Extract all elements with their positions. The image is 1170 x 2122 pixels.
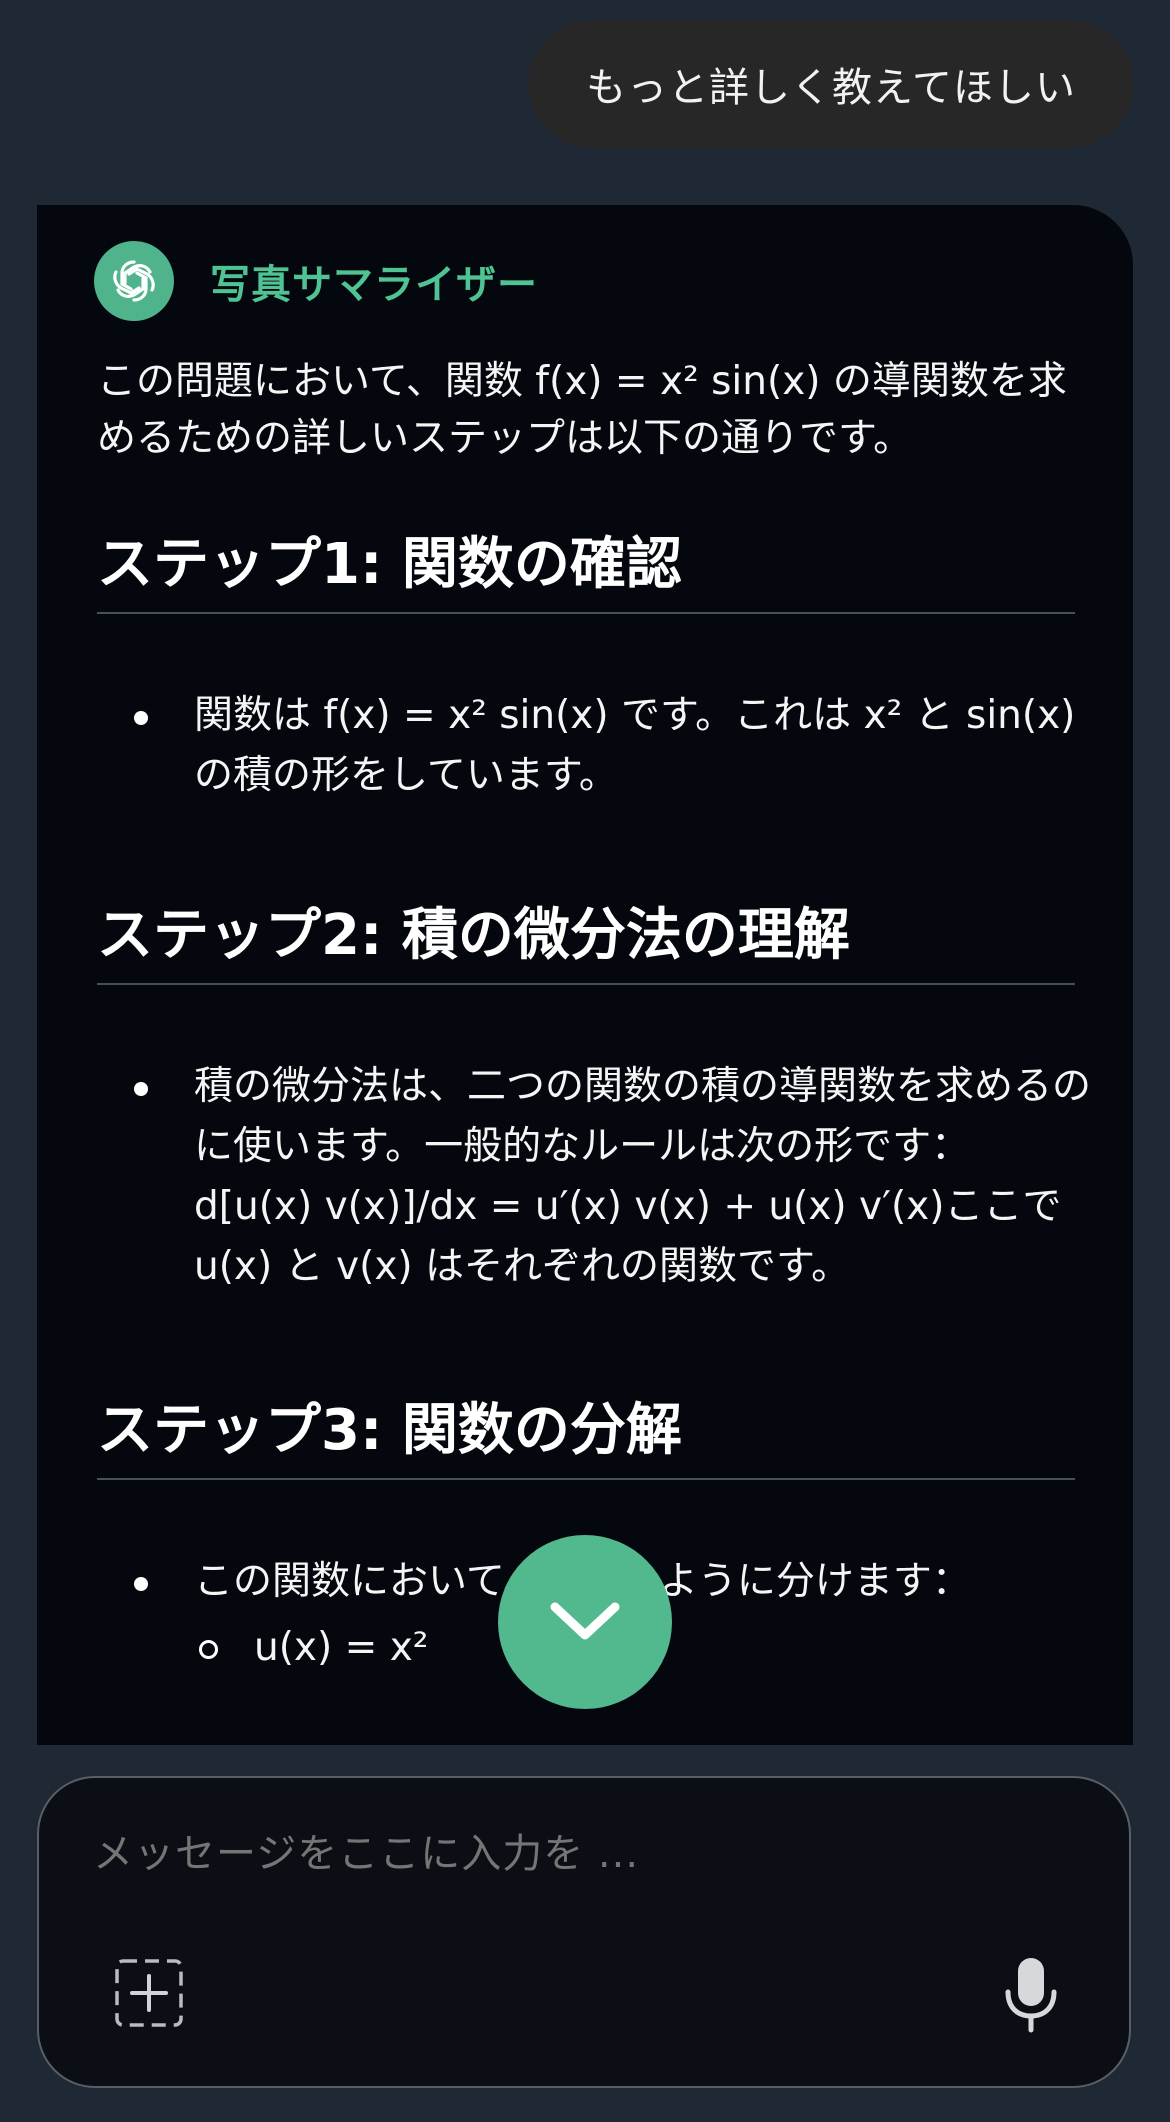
voice-input-button[interactable] — [1003, 1956, 1059, 2034]
step-bullet: 積の微分法は、二つの関数の積の導関数を求めるのに使います。一般的なルールは次の形… — [97, 1057, 1097, 1297]
step-heading: ステップ2: 積の微分法の理解 — [97, 890, 1075, 985]
openai-logo-icon — [94, 241, 174, 321]
add-attachment-icon — [115, 1959, 183, 2027]
step-heading: ステップ3: 関数の分解 — [97, 1385, 1075, 1480]
bullet-marker — [134, 1577, 148, 1591]
bullet-marker — [134, 711, 148, 725]
assistant-header: 写真サマライザー — [94, 241, 538, 321]
step-bullet: 関数は f(x) = x² sin(x) です。これは x² と sin(x) … — [97, 686, 1097, 806]
microphone-icon — [1005, 1958, 1057, 2033]
step-text: 積の微分法は、二つの関数の積の導関数を求めるのに使います。一般的なルールは次の形… — [194, 1064, 1092, 1289]
assistant-name: 写真サマライザー — [210, 262, 538, 308]
assistant-intro: この問題において、関数 f(x) = x² sin(x) の導関数を求めるための… — [97, 359, 1067, 461]
user-message-bubble: もっと詳しく教えてほしい — [528, 20, 1134, 148]
bullet-marker — [134, 1082, 148, 1096]
message-input[interactable] — [91, 1830, 1055, 1878]
user-message-text: もっと詳しく教えてほしい — [586, 65, 1076, 111]
step-1: ステップ1: 関数の確認 関数は f(x) = x² sin(x) です。これは… — [97, 519, 1097, 806]
sub-bullet-marker — [199, 1640, 218, 1659]
scroll-to-bottom-button[interactable] — [498, 1535, 672, 1709]
step-text: 関数は f(x) = x² sin(x) です。これは x² と sin(x) … — [194, 693, 1076, 798]
message-composer — [37, 1776, 1131, 2088]
step-heading: ステップ1: 関数の確認 — [97, 519, 1075, 614]
sub-item-text: u(x) = x² — [254, 1625, 429, 1670]
add-attachment-button[interactable] — [114, 1958, 184, 2028]
assistant-content: この問題において、関数 f(x) = x² sin(x) の導関数を求めるための… — [97, 345, 1097, 1678]
chevron-down-icon — [550, 1602, 620, 1640]
chat-screen: もっと詳しく教えてほしい 写真サマライザー この問題において、関数 f(x) =… — [0, 0, 1170, 2122]
assistant-message-card: 写真サマライザー この問題において、関数 f(x) = x² sin(x) の導… — [37, 205, 1133, 1745]
step-2: ステップ2: 積の微分法の理解 積の微分法は、二つの関数の積の導関数を求めるのに… — [97, 890, 1097, 1297]
